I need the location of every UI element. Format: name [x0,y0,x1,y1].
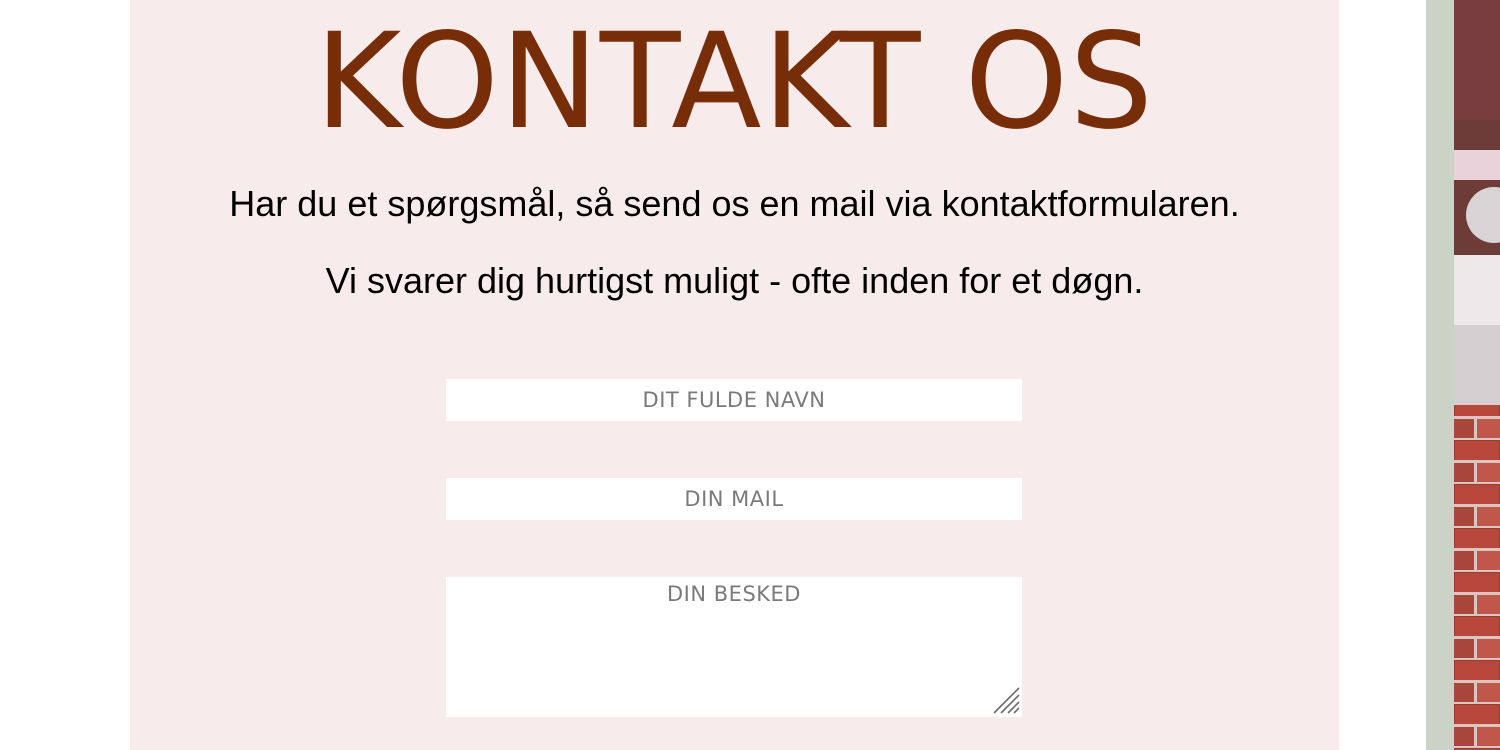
intro-text-response-time: Vi svarer dig hurtigst muligt - ofte ind… [325,260,1144,301]
side-photo [1454,0,1500,750]
side-divider-strip [1426,0,1454,750]
full-name-input[interactable] [446,379,1022,421]
contact-page: KONTAKT OS Har du et spørgsmål, så send … [0,0,1500,750]
email-input[interactable] [446,478,1022,520]
brick-wall-photo [1454,0,1500,750]
message-textarea[interactable] [446,577,1022,717]
intro-text-question: Har du et spørgsmål, så send os en mail … [229,183,1240,224]
contact-panel: KONTAKT OS Har du et spørgsmål, så send … [130,0,1339,750]
page-title: KONTAKT OS [314,5,1155,159]
